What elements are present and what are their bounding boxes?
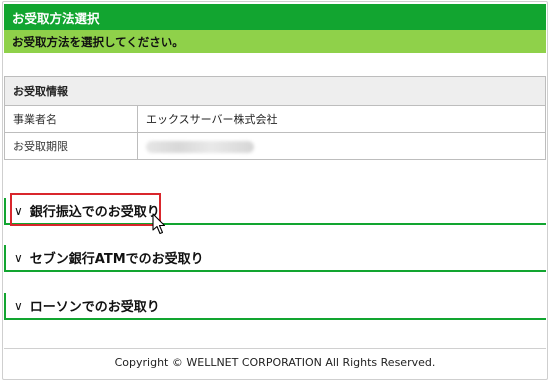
chevron-down-icon: ∨: [14, 298, 23, 313]
footer: Copyright © WELLNET CORPORATION All Righ…: [0, 356, 550, 369]
option-seven-bank-atm[interactable]: ∨ セブン銀行ATMでのお受取り: [4, 245, 546, 272]
page-title-text: お受取方法選択: [12, 10, 100, 26]
deadline-label: お受取期限: [4, 132, 138, 160]
chevron-down-icon: ∨: [14, 203, 23, 218]
page-frame: [2, 1, 548, 380]
info-table-header-row: お受取情報: [4, 76, 546, 106]
receipt-info-table: お受取情報 事業者名 エックスサーバー株式会社 お受取期限: [4, 76, 546, 160]
option-bank-transfer[interactable]: ∨ 銀行振込でのお受取り: [4, 198, 546, 225]
option-bank-transfer-label: 銀行振込でのお受取り: [29, 205, 160, 220]
instruction-text: お受取方法を選択してください。: [12, 34, 184, 49]
page-title: お受取方法選択: [4, 4, 546, 30]
footer-divider: [4, 348, 546, 349]
option-seven-bank-atm-label: セブン銀行ATMでのお受取り: [29, 252, 204, 267]
info-table-title: お受取情報: [4, 76, 546, 106]
table-row: 事業者名 エックスサーバー株式会社: [4, 105, 546, 133]
copyright-text: Copyright © WELLNET CORPORATION All Righ…: [114, 356, 436, 369]
instruction-banner: お受取方法を選択してください。: [4, 30, 546, 53]
deadline-value: [137, 132, 546, 160]
chevron-down-icon: ∨: [14, 250, 23, 265]
business-name-value: エックスサーバー株式会社: [137, 105, 546, 133]
option-lawson-label: ローソンでのお受取り: [29, 300, 160, 315]
option-lawson[interactable]: ∨ ローソンでのお受取り: [4, 293, 546, 320]
redacted-deadline: [146, 140, 254, 153]
table-row: お受取期限: [4, 132, 546, 160]
business-name-label: 事業者名: [4, 105, 138, 133]
